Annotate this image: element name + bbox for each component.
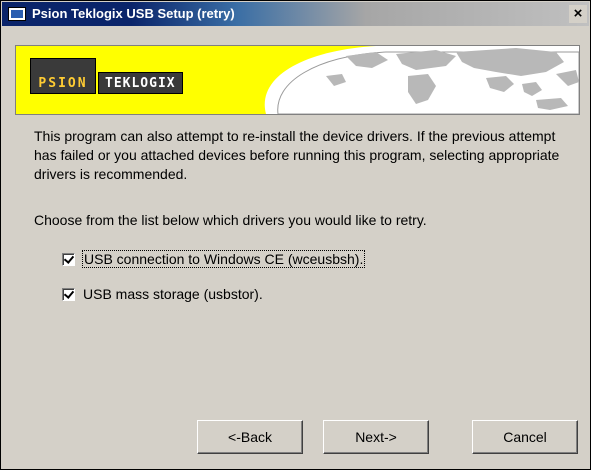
- checkbox-label-wceusbsh[interactable]: USB connection to Windows CE (wceusbsh).: [81, 250, 366, 268]
- window-app-icon: [8, 7, 26, 21]
- psion-teklogix-banner: PSION TEKLOGIX: [15, 45, 580, 115]
- driver-option-wceusbsh[interactable]: USB connection to Windows CE (wceusbsh).: [62, 250, 366, 268]
- logo-teklogix-word: TEKLOGIX: [98, 72, 183, 94]
- checkbox-wceusbsh[interactable]: [62, 252, 75, 266]
- driver-option-usbstor[interactable]: USB mass storage (usbstor).: [62, 286, 263, 302]
- checkbox-label-usbstor[interactable]: USB mass storage (usbstor).: [83, 286, 263, 302]
- instruction-text: Choose from the list below which drivers…: [34, 212, 427, 228]
- cancel-button[interactable]: Cancel: [472, 420, 578, 454]
- setup-dialog: Psion Teklogix USB Setup (retry) × PSION…: [0, 0, 591, 470]
- checkbox-usbstor[interactable]: [62, 287, 75, 301]
- psion-teklogix-logo: PSION TEKLOGIX: [30, 58, 183, 94]
- window-title: Psion Teklogix USB Setup (retry): [32, 6, 235, 21]
- next-button[interactable]: Next->: [323, 420, 429, 454]
- close-icon[interactable]: ×: [569, 5, 587, 23]
- back-button[interactable]: <-Back: [197, 420, 303, 454]
- logo-psion-word: PSION: [30, 58, 96, 94]
- description-text: This program can also attempt to re-inst…: [34, 128, 560, 182]
- title-bar[interactable]: Psion Teklogix USB Setup (retry) ×: [2, 2, 589, 26]
